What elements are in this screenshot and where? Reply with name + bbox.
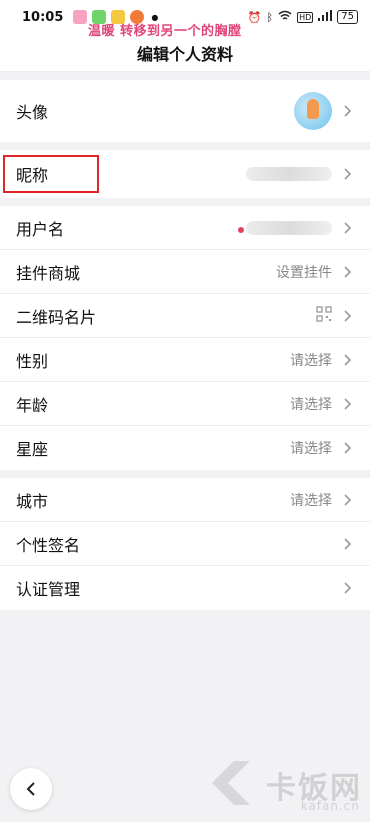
city-value-text: 请选择	[290, 492, 332, 509]
blurred-username	[246, 220, 332, 235]
age-row[interactable]: 年龄 请选择	[0, 382, 370, 426]
age-value-text: 请选择	[290, 396, 332, 413]
signature-label: 个性签名	[16, 535, 81, 555]
blurred-nickname	[246, 167, 332, 181]
battery-icon: 75	[337, 10, 358, 24]
gender-value: 请选择	[290, 350, 354, 370]
nickname-row[interactable]: 昵称	[0, 150, 370, 198]
zodiac-label: 星座	[16, 440, 49, 459]
chevron-right-icon	[340, 265, 354, 279]
zodiac-value-text: 请选择	[290, 441, 332, 457]
city-value: 请选择	[290, 490, 354, 510]
signal-icon	[318, 10, 333, 24]
bluetooth-icon: ᛒ	[266, 10, 274, 24]
chevron-right-icon	[340, 537, 354, 551]
chevron-right-icon	[340, 353, 354, 367]
verification-value	[332, 581, 354, 595]
kafan-logo-icon	[204, 755, 260, 815]
signature-value	[332, 537, 354, 551]
back-button[interactable]	[10, 768, 52, 810]
qr-card-value	[316, 305, 354, 326]
gender-row[interactable]: 性别 请选择	[0, 338, 370, 382]
verification-label: 认证管理	[16, 580, 81, 599]
age-label: 年龄	[16, 395, 49, 415]
wifi-icon	[278, 10, 292, 24]
qr-card-label: 二维码名片	[16, 307, 97, 327]
extra-section: 城市 请选择 个性签名 认证管理	[0, 478, 370, 610]
pendant-store-value-text: 设置挂件	[276, 264, 332, 281]
chevron-right-icon	[340, 104, 354, 118]
section-gap	[0, 198, 370, 206]
chevron-right-icon	[340, 441, 354, 455]
hd-icon: HD	[297, 11, 314, 23]
gender-label: 性别	[16, 351, 49, 371]
pendant-store-value: 设置挂件	[276, 262, 354, 282]
chevron-left-icon	[26, 782, 35, 796]
zodiac-value: 请选择	[290, 438, 354, 458]
watermark-url: kafan.cn	[300, 799, 360, 813]
qr-code-icon	[316, 305, 332, 326]
highlight-box	[3, 155, 99, 193]
status-time: 10:05	[22, 9, 64, 25]
qr-card-row[interactable]: 二维码名片	[0, 294, 370, 338]
watermark: 卡饭网 kafan.cn	[204, 755, 362, 815]
status-bar: 10:05 ● ⏰ ᛒ HD 75 温暖 转移到另一个的胸膛	[0, 0, 370, 39]
page-title: 编辑个人资料	[136, 44, 233, 64]
username-label: 用户名	[16, 219, 65, 239]
section-gap	[0, 142, 370, 150]
section-gap	[0, 470, 370, 478]
avatar	[294, 92, 332, 130]
nickname-value	[246, 167, 354, 181]
gender-value-text: 请选择	[290, 352, 332, 369]
song-lyrics: 温暖 转移到另一个的胸膛	[88, 24, 242, 39]
section-gap	[0, 72, 370, 80]
alarm-icon: ⏰	[247, 10, 262, 24]
profile-details-section: 用户名 挂件商城 设置挂件 二维码名片 性别 请选择 年龄 请选择 星座 请选择	[0, 206, 370, 470]
username-row[interactable]: 用户名	[0, 206, 370, 250]
avatar-row[interactable]: 头像	[0, 80, 370, 142]
pendant-store-row[interactable]: 挂件商城 设置挂件	[0, 250, 370, 294]
chevron-right-icon	[340, 309, 354, 323]
status-icons: ⏰ ᛒ HD 75	[248, 10, 358, 24]
page-header: 编辑个人资料	[0, 34, 370, 72]
chevron-right-icon	[340, 493, 354, 507]
age-value: 请选择	[290, 394, 354, 414]
app-notification-icon	[73, 10, 88, 24]
city-row[interactable]: 城市 请选择	[0, 478, 370, 522]
avatar-label: 头像	[16, 103, 49, 122]
avatar-value	[294, 92, 354, 130]
pendant-store-label: 挂件商城	[16, 263, 81, 283]
avatar-section: 头像	[0, 80, 370, 142]
verification-row[interactable]: 认证管理	[0, 566, 370, 610]
chevron-right-icon	[340, 581, 354, 595]
signature-row[interactable]: 个性签名	[0, 522, 370, 566]
nickname-section: 昵称	[0, 150, 370, 198]
city-label: 城市	[16, 491, 49, 511]
chevron-right-icon	[340, 167, 354, 181]
chevron-right-icon	[340, 397, 354, 411]
zodiac-row[interactable]: 星座 请选择	[0, 426, 370, 470]
chevron-right-icon	[340, 221, 354, 235]
username-value	[246, 220, 354, 235]
